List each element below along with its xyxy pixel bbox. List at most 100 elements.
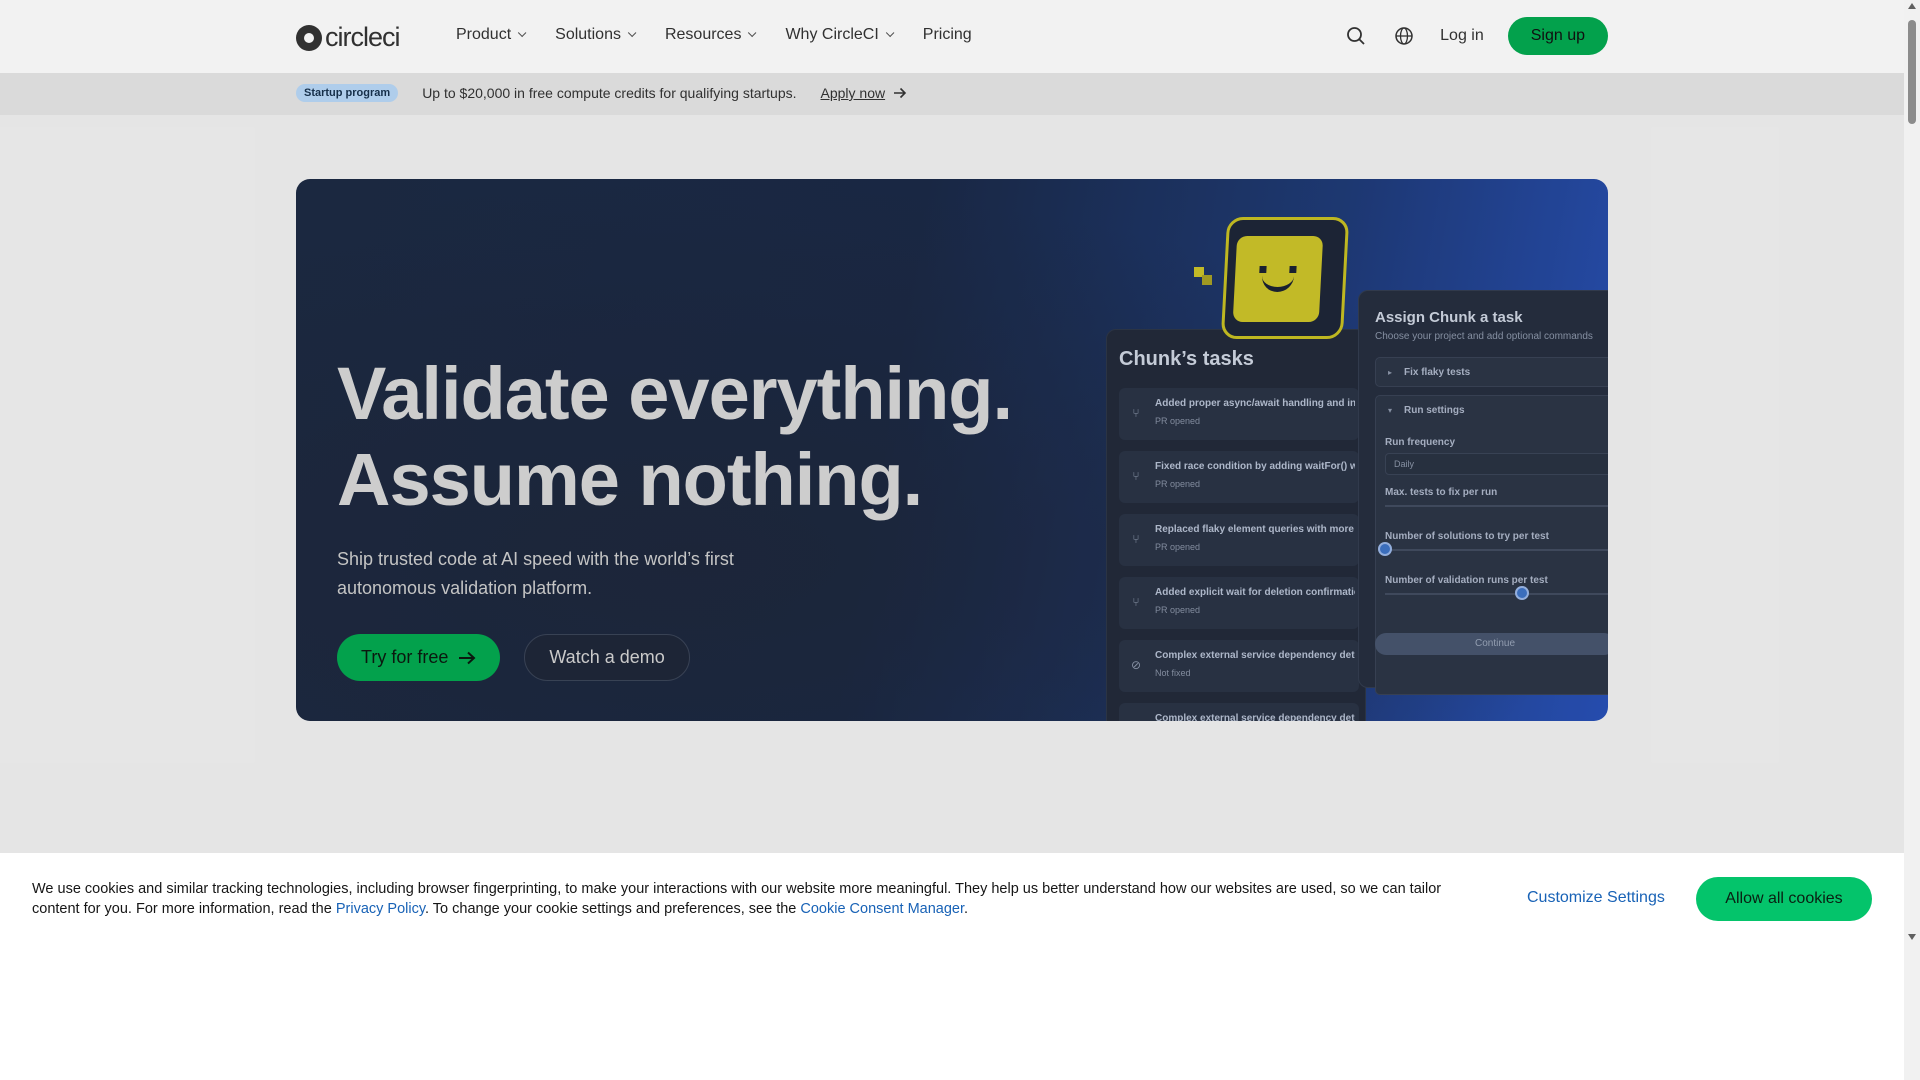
task-item: ⑂ Added explicit wait for deletion confir… — [1119, 577, 1359, 629]
task-status: PR opened — [1155, 542, 1201, 552]
cookie-notice-text: We use cookies and similar tracking tech… — [32, 879, 1492, 919]
chevron-right-icon: ▸ — [1388, 368, 1393, 377]
task-title: Complex external service dependency dete — [1155, 650, 1355, 661]
task-title: Added proper async/await handling and in… — [1155, 398, 1355, 409]
max-tests-slider — [1385, 505, 1608, 507]
task-title: Replaced flaky element queries with more… — [1155, 524, 1355, 535]
apply-now-link[interactable]: Apply now — [821, 85, 908, 101]
nav-product[interactable]: Product — [456, 26, 527, 44]
scrollbar-thumb[interactable] — [1908, 20, 1916, 124]
login-link[interactable]: Log in — [1440, 27, 1484, 45]
hero-ctas: Try for free Watch a demo — [337, 634, 690, 681]
continue-button: Continue — [1375, 633, 1608, 655]
allow-all-cookies-button[interactable]: Allow all cookies — [1696, 877, 1872, 921]
cookie-banner: We use cookies and similar tracking tech… — [0, 853, 1904, 1080]
task-title: Complex external service dependency dete… — [1155, 713, 1355, 721]
validation-runs-slider — [1385, 593, 1608, 595]
pull-request-icon: ⑂ — [1132, 595, 1140, 609]
run-frequency-value: Daily — [1394, 459, 1415, 469]
nav-why-label: Why CircleCI — [785, 26, 879, 43]
site-header: circleci Product Solutions Resources Why… — [0, 0, 1904, 73]
chevron-down-icon — [748, 28, 757, 38]
nav-product-label: Product — [456, 26, 512, 43]
task-item: ⑂ Replaced flaky element queries with mor… — [1119, 514, 1359, 566]
task-item: ⑂ Fixed race condition by adding waitFor(… — [1119, 451, 1359, 503]
cookie-text-c: . — [964, 901, 969, 917]
startup-program-badge: Startup program — [296, 84, 399, 102]
max-tests-label: Max. tests to fix per run — [1385, 487, 1498, 498]
try-for-free-button[interactable]: Try for free — [337, 634, 501, 681]
chunk-face-icon — [1232, 236, 1324, 322]
chunk-eye — [1289, 266, 1297, 273]
hero-title-line1: Validate everything. — [337, 352, 1013, 435]
task-item: Complex external service dependency dete… — [1119, 703, 1359, 721]
nav-solutions[interactable]: Solutions — [555, 26, 637, 44]
pull-request-icon: ⑂ — [1132, 406, 1140, 420]
task-title: Added explicit wait for deletion confirm… — [1155, 587, 1355, 598]
chevron-down-icon — [885, 28, 895, 38]
header-actions: Log in Sign up — [1344, 17, 1608, 55]
hero-title-line2: Assume nothing. — [337, 438, 923, 521]
watch-demo-button[interactable]: Watch a demo — [524, 634, 690, 681]
chunk-tasks-panel: Chunk’s tasks ⑂ Added proper async/await … — [1106, 329, 1366, 721]
promo-bar: Startup program Up to $20,000 in free co… — [0, 73, 1904, 115]
pull-request-icon: ⑂ — [1132, 532, 1140, 546]
arrow-right-icon — [894, 87, 907, 99]
logo-text: circleci — [325, 22, 401, 52]
accordion-fix-label: Fix flaky tests — [1404, 367, 1471, 378]
run-frequency-select: Daily — [1385, 453, 1608, 475]
cookie-consent-manager-link[interactable]: Cookie Consent Manager — [800, 901, 964, 917]
task-item: ⑂ Added proper async/await handling and i… — [1119, 388, 1359, 440]
slider-knob — [1515, 586, 1529, 600]
cookie-text-b: . To change your cookie settings and pre… — [425, 901, 801, 917]
nav-pricing-label: Pricing — [922, 26, 972, 43]
nav-why-circleci[interactable]: Why CircleCI — [785, 26, 895, 44]
vertical-scrollbar[interactable] — [1904, 0, 1920, 1080]
tasks-title: Chunk’s tasks — [1119, 348, 1254, 370]
solutions-slider — [1385, 549, 1608, 551]
solutions-label: Number of solutions to try per test — [1385, 531, 1549, 542]
nav-solutions-label: Solutions — [555, 26, 621, 43]
scroll-down-arrow-icon[interactable] — [1908, 934, 1916, 940]
validation-runs-label: Number of validation runs per test — [1385, 575, 1548, 586]
privacy-policy-link[interactable]: Privacy Policy — [336, 901, 425, 917]
try-for-free-label: Try for free — [361, 647, 449, 667]
task-status: Not fixed — [1155, 668, 1191, 678]
nav-resources-label: Resources — [664, 26, 742, 43]
chevron-down-icon: ▾ — [1388, 406, 1393, 415]
task-status: PR opened — [1155, 605, 1201, 615]
pull-request-icon: ⑂ — [1132, 469, 1140, 483]
task-title: Fixed race condition by adding waitFor()… — [1155, 461, 1355, 472]
hero-title: Validate everything. Assume nothing. — [337, 351, 1013, 523]
nav-resources[interactable]: Resources — [664, 26, 757, 44]
assign-title: Assign Chunk a task — [1375, 309, 1523, 326]
not-fixed-icon: ⊘ — [1130, 658, 1142, 672]
scroll-up-arrow-icon[interactable] — [1908, 3, 1916, 9]
task-status: PR opened — [1155, 416, 1201, 426]
circleci-logo[interactable]: circleci — [296, 22, 401, 53]
slider-knob — [1378, 542, 1392, 556]
chunk-smile — [1261, 276, 1295, 292]
nav-pricing[interactable]: Pricing — [923, 26, 972, 44]
accordion-run-label: Run settings — [1404, 405, 1465, 416]
sparkle-icon — [1202, 275, 1212, 285]
chunk-mascot — [1194, 217, 1350, 339]
signup-button[interactable]: Sign up — [1507, 17, 1608, 55]
assign-task-panel: Assign Chunk a task Choose your project … — [1358, 290, 1608, 695]
arrow-right-icon — [459, 651, 476, 664]
hero-section: Validate everything. Assume nothing. Shi… — [296, 179, 1608, 721]
task-status: PR opened — [1155, 479, 1201, 489]
chevron-down-icon — [518, 28, 527, 38]
chunk-mascot-frame — [1220, 217, 1350, 339]
hero-subtitle: Ship trusted code at AI speed with the w… — [337, 549, 734, 598]
search-icon[interactable] — [1344, 24, 1368, 48]
task-item: ⊘ Complex external service dependency det… — [1119, 640, 1359, 692]
apply-now-label: Apply now — [820, 85, 886, 101]
assign-desc: Choose your project and add optional com… — [1375, 331, 1593, 342]
accordion-fix-flaky: ▸ Fix flaky tests — [1375, 357, 1608, 387]
promo-text: Up to $20,000 in free compute credits fo… — [422, 85, 797, 101]
customize-settings-button[interactable]: Customize Settings — [1527, 889, 1665, 907]
chunk-eye — [1259, 266, 1267, 273]
globe-icon[interactable] — [1392, 24, 1416, 48]
circleci-logo-icon — [296, 24, 322, 51]
